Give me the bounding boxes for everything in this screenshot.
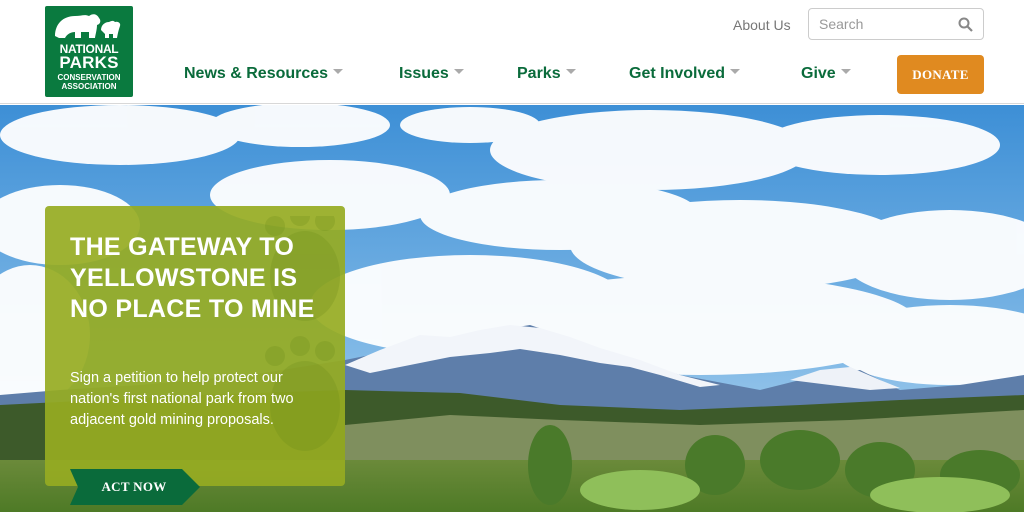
nav-item-give[interactable]: Give — [801, 65, 851, 83]
campaign-card: THE GATEWAY TO YELLOWSTONE IS NO PLACE T… — [45, 206, 345, 486]
nav-item-label: Get Involved — [629, 65, 726, 82]
nav-item-get-involved[interactable]: Get Involved — [629, 65, 741, 83]
nav-item-issues[interactable]: Issues — [399, 65, 464, 83]
nav-item-label: Parks — [517, 65, 561, 82]
act-now-button[interactable]: ACT NOW — [70, 469, 202, 505]
hero-description: Sign a petition to help protect our nati… — [70, 370, 294, 428]
donate-button[interactable]: DONATE — [897, 55, 984, 94]
chevron-down-icon — [333, 69, 344, 75]
main-nav: News & Resources Issues Parks Get Involv… — [0, 65, 1024, 85]
about-us-link[interactable]: About Us — [733, 17, 791, 33]
chevron-down-icon — [840, 69, 851, 75]
nav-item-label: Give — [801, 65, 836, 82]
nav-item-label: News & Resources — [184, 65, 329, 82]
search-icon[interactable] — [958, 17, 973, 37]
bear-icon — [55, 14, 121, 38]
nav-item-label: Issues — [399, 65, 449, 82]
site-header: NATIONAL PARKS CONSERVATION ASSOCIATION … — [0, 0, 1024, 104]
search-input[interactable] — [819, 16, 949, 32]
chevron-down-icon — [565, 69, 576, 75]
act-now-label: ACT NOW — [101, 479, 167, 494]
nav-item-parks[interactable]: Parks — [517, 65, 576, 83]
search-box[interactable] — [808, 8, 984, 40]
hero-headline: THE GATEWAY TO YELLOWSTONE IS NO PLACE T… — [70, 233, 315, 323]
chevron-down-icon — [453, 69, 464, 75]
chevron-down-icon — [730, 69, 741, 75]
nav-item-news-resources[interactable]: News & Resources — [184, 65, 344, 83]
